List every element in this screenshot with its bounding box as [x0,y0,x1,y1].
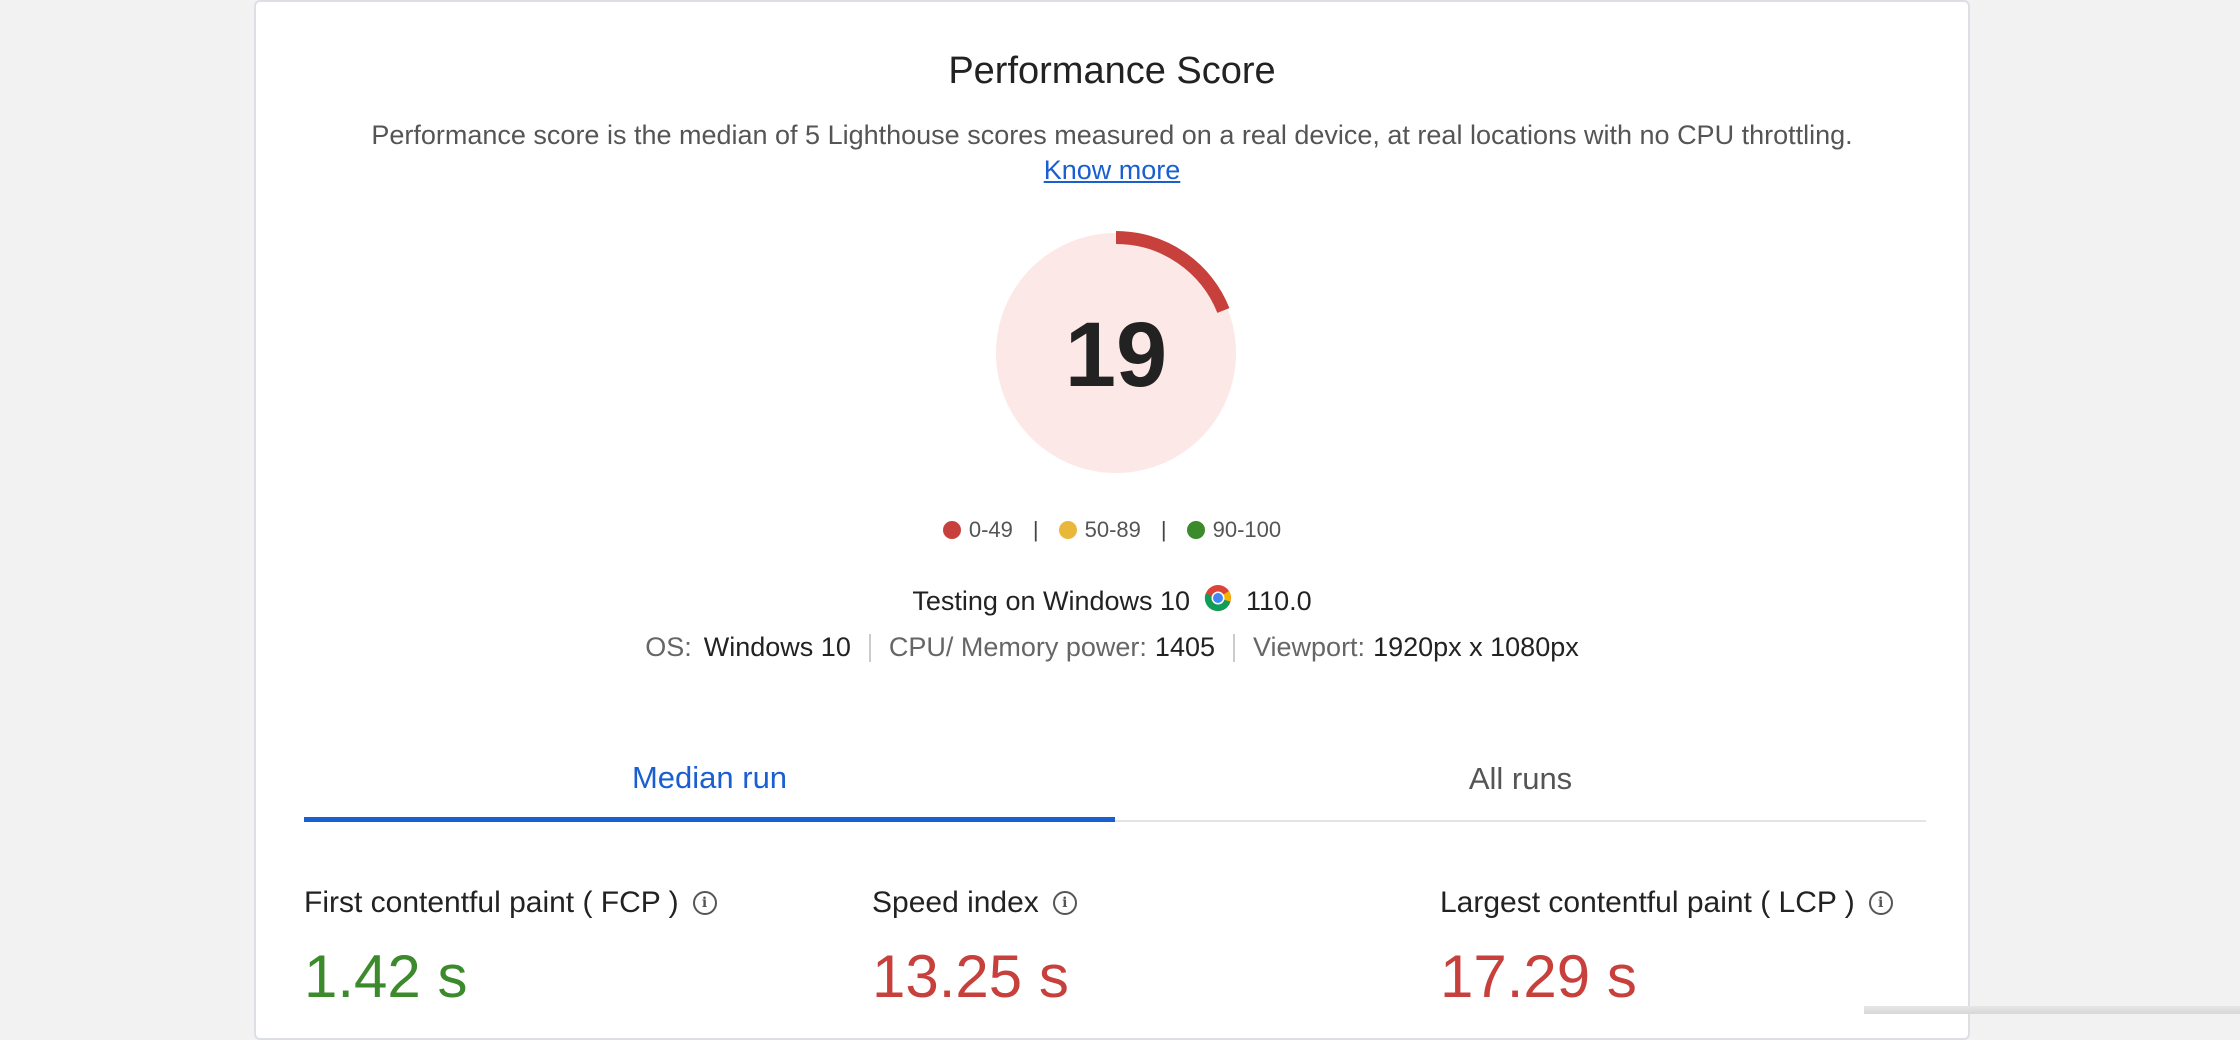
viewport-value: 1920px x 1080px [1373,632,1579,662]
device-specs: OS: Windows 10 CPU/ Memory power: 1405 V… [256,632,1968,663]
score-value: 19 [1064,304,1168,406]
legend-dot-good [1186,521,1205,539]
score-legend: 0-49 | 50-89 | 90-100 [256,517,1968,543]
os-value: Windows 10 [703,632,851,662]
know-more-link[interactable]: Know more [256,155,1968,186]
cpu-label: CPU/ Memory power: [888,632,1147,662]
metric-speed-index-label: Speed index [872,886,1039,919]
metric-fcp-value: 1.42 s [304,943,468,1010]
legend-dot-poor [942,521,961,539]
chrome-icon [1204,584,1232,619]
score-description: Performance score is the median of 5 Lig… [371,120,1853,150]
tab-median-run-label: Median run [631,759,788,795]
metric-fcp-label: First contentful paint ( FCP ) [304,886,679,919]
testing-os-text: Testing on Windows 10 [912,586,1191,616]
cpu-value: 1405 [1154,632,1215,662]
metric-fcp-label-row: First contentful paint ( FCP ) i [304,886,717,920]
legend-item-average: 50-89 [1058,517,1141,543]
know-more-label[interactable]: Know more [1044,155,1181,185]
viewport-label: Viewport: [1253,632,1366,662]
metric-speed-index: Speed index i 13.25 s [872,886,1077,1011]
metric-lcp-value: 17.29 s [1440,943,1637,1010]
tab-median-run[interactable]: Median run [304,738,1115,822]
info-icon[interactable]: i [1868,891,1893,915]
metric-speed-index-value: 13.25 s [872,943,1069,1010]
tab-all-runs-label: All runs [1468,761,1573,796]
overlay-shadow [1864,1006,2240,1014]
performance-card: Performance Score Performance score is t… [254,0,1970,1040]
legend-label-average: 50-89 [1084,517,1141,542]
run-tabs: Median run All runs [304,738,1926,822]
metric-speed-index-label-row: Speed index i [872,886,1077,920]
legend-item-good: 90-100 [1186,517,1282,543]
legend-separator: | [1160,517,1167,542]
metric-fcp: First contentful paint ( FCP ) i 1.42 s [304,886,717,1011]
legend-item-poor: 0-49 [942,517,1013,543]
testing-environment: Testing on Windows 10 110.0 [256,584,1968,619]
legend-dot-average [1058,521,1077,539]
legend-label-poor: 0-49 [968,517,1013,542]
score-gauge: 19 [994,231,1238,475]
spec-divider [1233,633,1235,662]
info-icon[interactable]: i [1052,891,1077,915]
page-title: Performance Score [948,50,1276,92]
spec-divider [868,633,871,662]
metric-lcp: Largest contentful paint ( LCP ) i 17.29… [1440,886,1893,1011]
legend-separator: | [1032,517,1039,542]
browser-version: 110.0 [1246,586,1312,616]
metric-lcp-label: Largest contentful paint ( LCP ) [1440,886,1855,919]
tab-all-runs[interactable]: All runs [1115,738,1926,820]
legend-label-good: 90-100 [1212,517,1282,542]
metric-lcp-label-row: Largest contentful paint ( LCP ) i [1440,886,1893,920]
info-icon[interactable]: i [692,891,717,915]
os-label: OS: [645,632,692,662]
